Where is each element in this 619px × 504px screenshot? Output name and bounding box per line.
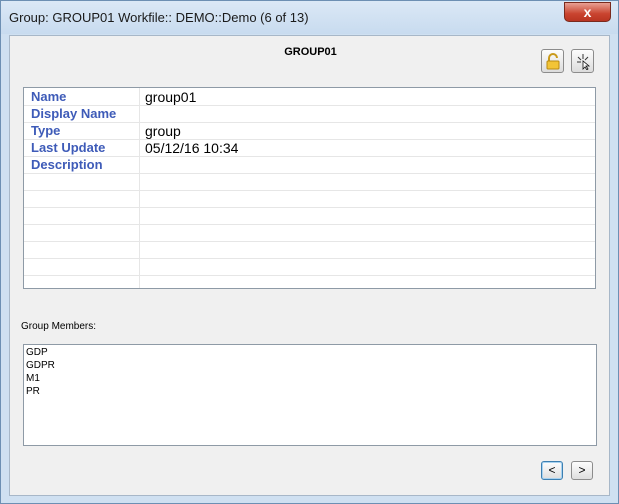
property-label: Name [31, 89, 67, 104]
list-item[interactable]: GDP [26, 347, 48, 358]
group-members-label: Group Members: [21, 321, 97, 332]
property-row[interactable] [24, 258, 595, 276]
list-item[interactable]: PR [26, 386, 40, 397]
property-label: Display Name [31, 106, 117, 121]
property-row[interactable]: Last Update 05/12/16 10:34 [24, 139, 595, 157]
property-label: Last Update [31, 140, 106, 155]
property-row[interactable] [24, 207, 595, 225]
window-title: Group: GROUP01 Workfile:: DEMO::Demo (6 … [9, 10, 309, 25]
sparkle-cursor-icon [577, 54, 591, 70]
property-row[interactable]: Description [24, 156, 595, 174]
property-label: Description [31, 157, 103, 172]
previous-button[interactable]: < [541, 461, 563, 480]
property-value[interactable]: 05/12/16 10:34 [145, 140, 238, 156]
property-value[interactable]: group [145, 123, 181, 139]
next-button[interactable]: > [571, 461, 593, 480]
group-object-window: Group: GROUP01 Workfile:: DEMO::Demo (6 … [0, 0, 619, 504]
property-row[interactable]: Name group01 [24, 88, 595, 106]
close-button[interactable]: x [564, 2, 611, 22]
property-row[interactable] [24, 190, 595, 208]
property-row[interactable]: Display Name [24, 105, 595, 123]
list-item[interactable]: M1 [26, 373, 40, 384]
property-value[interactable]: group01 [145, 89, 196, 105]
list-item[interactable]: GDPR [26, 360, 55, 371]
close-icon: x [583, 4, 592, 20]
properties-grid: Name group01 Display Name Type group Las… [23, 87, 596, 289]
lock-button[interactable] [541, 49, 564, 73]
lock-icon [546, 53, 560, 70]
property-row[interactable]: Type group [24, 122, 595, 140]
sparkle-button[interactable] [571, 49, 594, 73]
property-row[interactable] [24, 241, 595, 259]
group-panel: GROUP01 Name group01 Display Name Type g… [9, 35, 610, 496]
property-label: Type [31, 123, 61, 138]
group-title: GROUP01 [284, 46, 337, 58]
property-row[interactable] [24, 173, 595, 191]
property-row[interactable] [24, 275, 595, 292]
group-members-list[interactable]: GDP GDPR M1 PR [23, 344, 597, 446]
property-row[interactable] [24, 224, 595, 242]
title-bar[interactable]: Group: GROUP01 Workfile:: DEMO::Demo (6 … [1, 1, 618, 34]
